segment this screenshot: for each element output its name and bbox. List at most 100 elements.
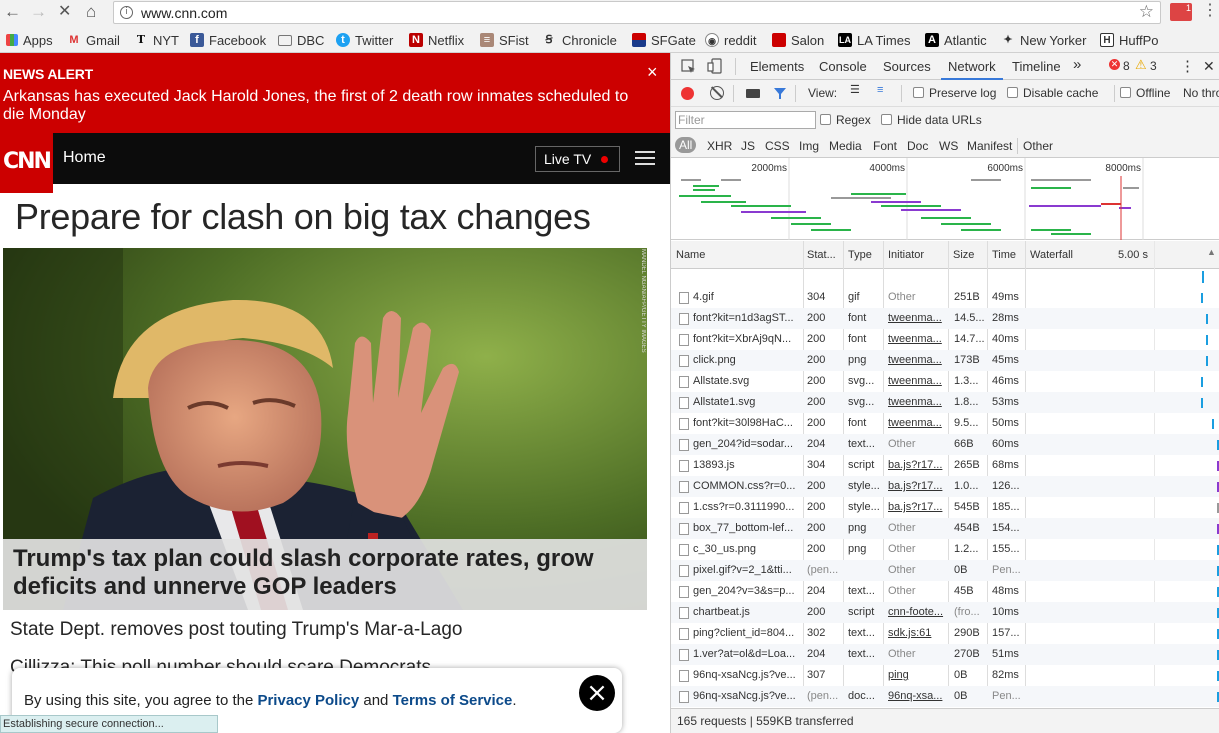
cell-initiator[interactable]: tweenma... (888, 392, 946, 413)
preserve-log-checkbox[interactable]: Preserve log (913, 86, 996, 100)
type-ws[interactable]: WS (939, 139, 958, 153)
table-row[interactable]: chartbeat.js 200 script cnn-foote... (fro...… (671, 602, 1219, 623)
warning-count[interactable]: 3 (1150, 59, 1157, 73)
throttle-select[interactable]: No thro (1183, 86, 1219, 100)
hide-data-urls-checkbox[interactable]: Hide data URLs (881, 113, 982, 127)
table-row[interactable]: click.png 200 png tweenma... 173B 45ms (671, 350, 1219, 371)
screenshot-icon[interactable] (746, 89, 760, 98)
table-row[interactable]: 4.gif 304 gif Other 251B 49ms (671, 287, 1219, 308)
large-rows-icon[interactable]: ☰ (850, 85, 860, 96)
news-alert-text[interactable]: Arkansas has executed Jack Harold Jones,… (3, 88, 653, 124)
col-type[interactable]: Type (848, 249, 872, 261)
type-manifest[interactable]: Manifest (967, 139, 1012, 153)
bookmark-star-icon[interactable]: ☆ (1139, 2, 1154, 22)
table-row[interactable]: gen_204?id=sodar... 204 text... Other 66B 60m… (671, 434, 1219, 455)
story-link[interactable]: State Dept. removes post touting Trump's… (10, 619, 462, 641)
cell-initiator[interactable]: cnn-foote... (888, 602, 946, 623)
error-count[interactable]: 8 (1123, 59, 1130, 73)
address-bar[interactable]: i www.cnn.com ☆ (113, 1, 1161, 24)
bookmark-dbc[interactable]: DBC (278, 32, 324, 48)
cell-initiator[interactable]: 96nq-xsa... (888, 686, 946, 707)
type-all[interactable]: All (675, 137, 697, 153)
table-row[interactable]: font?kit=n1d3agST... 200 font tweenma... 14.… (671, 308, 1219, 329)
warning-icon[interactable]: ⚠ (1135, 57, 1147, 73)
table-row[interactable]: c_30_us.png 200 png Other 1.2... 155... (671, 539, 1219, 560)
tab-console[interactable]: Console (819, 59, 867, 74)
table-row[interactable]: font?kit=30l98HaC... 200 font tweenma... 9.5… (671, 413, 1219, 434)
bookmark-twitter[interactable]: t Twitter (336, 32, 393, 48)
bookmark-gmail[interactable]: M Gmail (67, 32, 120, 48)
bookmark-salon[interactable]: Salon (772, 32, 824, 48)
tab-network[interactable]: Network (948, 59, 996, 74)
stop-icon[interactable]: ✕ (58, 2, 71, 22)
hero-caption[interactable]: Trump's tax plan could slash corporate r… (3, 539, 647, 610)
home-icon[interactable]: ⌂ (86, 2, 96, 22)
live-tv-button[interactable]: Live TV (535, 146, 620, 172)
device-toolbar-icon[interactable] (707, 58, 723, 75)
type-other[interactable]: Other (1023, 139, 1053, 153)
type-img[interactable]: Img (799, 139, 819, 153)
table-row[interactable]: COMMON.css?r=0... 200 style... ba.js?r17...… (671, 476, 1219, 497)
news-alert-banner[interactable]: NEWS ALERT Arkansas has executed Jack Ha… (0, 53, 670, 133)
table-row[interactable]: gen_204?v=3&s=p... 204 text... Other 45B 48ms (671, 581, 1219, 602)
bookmark-atlantic[interactable]: A Atlantic (925, 32, 987, 48)
terms-of-service-link[interactable]: Terms of Service (393, 692, 513, 709)
table-row[interactable]: 96nq-xsaNcg.js?ve... 307 ping 0B 82ms (671, 665, 1219, 686)
type-doc[interactable]: Doc (907, 139, 928, 153)
bookmark-apps[interactable]: Apps (6, 32, 53, 48)
devtools-menu-icon[interactable]: ⋮ (1180, 57, 1195, 75)
bookmark-nyt[interactable]: T NYT (134, 32, 179, 48)
sort-up-icon[interactable]: ▲ (1207, 247, 1216, 257)
alert-close-icon[interactable]: × (647, 62, 658, 83)
col-status[interactable]: Stat... (807, 249, 836, 261)
col-time[interactable]: Time (992, 249, 1016, 261)
bookmark-sfist[interactable]: ≡ SFist (480, 32, 529, 48)
table-row[interactable]: 1.ver?at=ol&d=Loa... 204 text... Other 270B 5… (671, 644, 1219, 665)
tab-elements[interactable]: Elements (750, 59, 804, 74)
cookie-close-icon[interactable]: × (579, 675, 615, 711)
forward-icon[interactable]: → (30, 2, 47, 22)
home-link[interactable]: Home (63, 149, 106, 167)
bookmark-facebook[interactable]: f Facebook (190, 32, 266, 48)
info-icon[interactable]: i (120, 6, 133, 19)
error-icon[interactable]: ✕ (1109, 59, 1120, 70)
filter-icon[interactable] (773, 87, 787, 100)
tab-sources[interactable]: Sources (883, 59, 931, 74)
col-waterfall[interactable]: Waterfall (1030, 249, 1073, 261)
cnn-logo[interactable]: CNN (0, 133, 53, 193)
cell-initiator[interactable]: ba.js?r17... (888, 497, 946, 518)
table-row[interactable]: box_77_bottom-lef... 200 png Other 454B 154..… (671, 518, 1219, 539)
more-tabs-icon[interactable]: » (1073, 56, 1081, 73)
hamburger-menu-icon[interactable] (635, 151, 655, 169)
type-font[interactable]: Font (873, 139, 897, 153)
back-icon[interactable]: ← (4, 2, 21, 22)
type-css[interactable]: CSS (765, 139, 790, 153)
bookmark-sfgate[interactable]: SFGate (632, 32, 696, 48)
type-js[interactable]: JS (741, 139, 755, 153)
devtools-close-icon[interactable]: ✕ (1203, 58, 1215, 75)
cell-initiator[interactable]: tweenma... (888, 308, 946, 329)
gmail-extension-icon[interactable]: 1 (1170, 3, 1192, 21)
filter-input[interactable]: Filter (675, 111, 816, 129)
disable-cache-checkbox[interactable]: Disable cache (1007, 86, 1098, 100)
table-row[interactable]: 1.css?r=0.3111990... 200 style... ba.js?r17… (671, 497, 1219, 518)
table-row[interactable]: 13893.js 304 script ba.js?r17... 265B 68ms (671, 455, 1219, 476)
table-row[interactable]: ping?client_id=804... 302 text... sdk.js:61… (671, 623, 1219, 644)
cell-initiator[interactable]: tweenma... (888, 413, 946, 434)
table-row[interactable]: font?kit=XbrAj9qN... 200 font tweenma... 14.… (671, 329, 1219, 350)
offline-checkbox[interactable]: Offline (1120, 86, 1170, 100)
bookmark-netflix[interactable]: N Netflix (409, 32, 464, 48)
type-xhr[interactable]: XHR (707, 139, 732, 153)
overview-icon[interactable]: ≡ (877, 85, 883, 96)
bookmark-huffpo[interactable]: H HuffPo (1100, 32, 1159, 48)
bookmark-newyorker[interactable]: ✦ New Yorker (1001, 32, 1086, 48)
bookmark-chronicle[interactable]: Ꞩ Chronicle (541, 32, 617, 48)
privacy-policy-link[interactable]: Privacy Policy (257, 692, 359, 709)
inspect-element-icon[interactable] (681, 59, 696, 74)
table-row[interactable]: 96nq-xsaNcg.js?ve... (pen... doc... 96nq-xs… (671, 686, 1219, 707)
cell-initiator[interactable]: ba.js?r17... (888, 455, 946, 476)
table-row[interactable]: Allstate1.svg 200 svg... tweenma... 1.8... 53… (671, 392, 1219, 413)
regex-checkbox[interactable]: Regex (820, 113, 871, 127)
url-text[interactable]: www.cnn.com (141, 5, 227, 21)
cell-initiator[interactable]: sdk.js:61 (888, 623, 946, 644)
